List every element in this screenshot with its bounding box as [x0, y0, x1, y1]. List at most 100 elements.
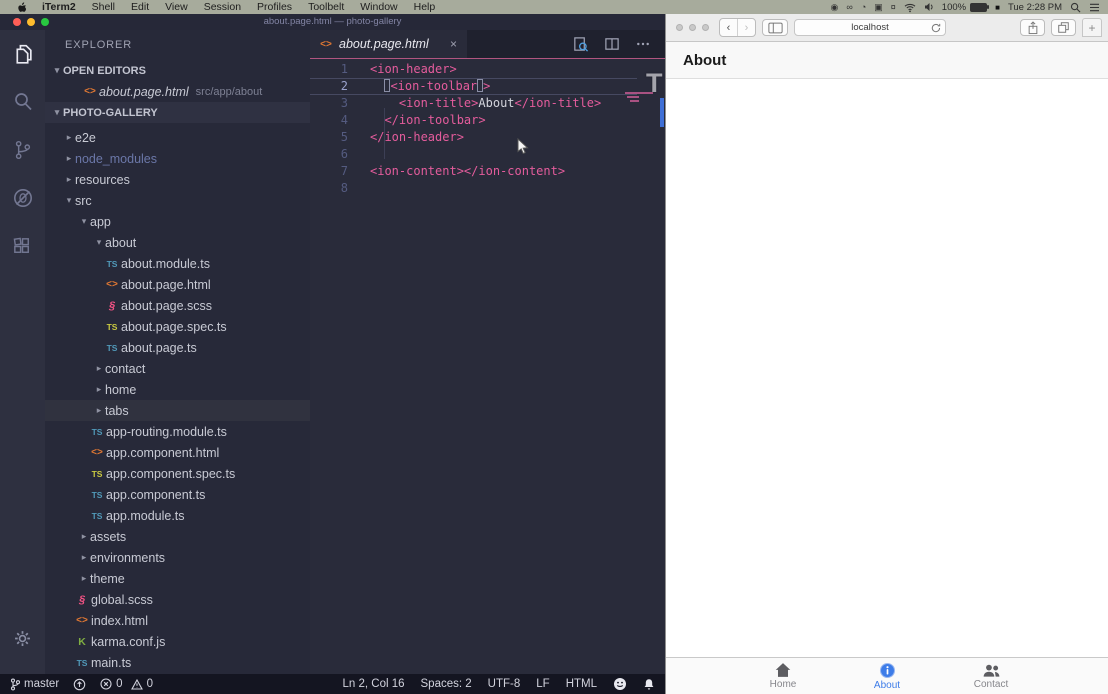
tree-item-about[interactable]: ▾about — [45, 232, 310, 253]
vscode-titlebar[interactable]: about.page.html — photo-gallery — [0, 14, 665, 30]
tab-about[interactable]: About — [845, 658, 929, 694]
tree-item-about-page-spec-ts[interactable]: TSabout.page.spec.ts — [45, 316, 310, 337]
tree-item-karma-conf-js[interactable]: Kkarma.conf.js — [45, 631, 310, 652]
activity-explorer-icon[interactable] — [0, 30, 45, 78]
menu-help[interactable]: Help — [406, 1, 444, 13]
screen-record-icon[interactable]: ◉ — [831, 2, 839, 13]
reload-icon[interactable] — [931, 23, 941, 33]
tree-item-label: index.html — [91, 614, 148, 628]
tree-item-app-component-ts[interactable]: TSapp.component.ts — [45, 484, 310, 505]
eol-setting[interactable]: LF — [536, 678, 549, 690]
tree-item-home[interactable]: ▸home — [45, 379, 310, 400]
feedback-smiley-icon[interactable] — [613, 677, 627, 691]
sidebar-toggle-button[interactable] — [762, 19, 788, 36]
problems-indicator[interactable]: 0 0 — [100, 678, 153, 690]
menu-shell[interactable]: Shell — [84, 1, 123, 13]
activity-debug-icon[interactable] — [0, 174, 45, 222]
scrollbar-thumb[interactable] — [660, 98, 664, 127]
menu-profiles[interactable]: Profiles — [249, 1, 300, 13]
tree-item-tabs[interactable]: ▸tabs — [45, 400, 310, 421]
url-text: localhost — [851, 22, 889, 33]
ts-file-icon: TS — [103, 259, 121, 269]
sync-indicator[interactable] — [73, 678, 86, 691]
address-bar[interactable]: localhost — [794, 19, 946, 36]
battery-indicator[interactable]: 100% — [942, 2, 987, 13]
activity-source-control-icon[interactable] — [0, 126, 45, 174]
open-editor-item[interactable]: <> about.page.html src/app/about — [45, 81, 310, 102]
tree-item-app-component-spec-ts[interactable]: TSapp.component.spec.ts — [45, 463, 310, 484]
apple-menu[interactable] — [8, 1, 34, 13]
tree-item-environments[interactable]: ▸environments — [45, 547, 310, 568]
menu-edit[interactable]: Edit — [123, 1, 157, 13]
tree-item-app-routing-module-ts[interactable]: TSapp-routing.module.ts — [45, 421, 310, 442]
activity-extensions-icon[interactable] — [0, 222, 45, 270]
menu-window[interactable]: Window — [352, 1, 405, 13]
tree-item-about-page-ts[interactable]: TSabout.page.ts — [45, 337, 310, 358]
tree-item-main-ts[interactable]: TSmain.ts — [45, 652, 310, 673]
cursor-position[interactable]: Ln 2, Col 16 — [343, 678, 405, 690]
tree-item-resources[interactable]: ▸resources — [45, 169, 310, 190]
dongle-icon[interactable]: ¤ — [891, 2, 896, 13]
tab-about-page-html[interactable]: <> about.page.html × — [310, 30, 467, 58]
new-tab-button[interactable]: + — [1082, 18, 1102, 37]
menu-session[interactable]: Session — [196, 1, 249, 13]
spotlight-icon[interactable] — [1070, 2, 1081, 13]
close-tab-icon[interactable]: × — [450, 37, 457, 51]
tab-contact[interactable]: Contact — [949, 658, 1033, 694]
indentation-setting[interactable]: Spaces: 2 — [421, 678, 472, 690]
code-text: </ion-header> — [348, 129, 464, 146]
activity-search-icon[interactable] — [0, 78, 45, 126]
chevron-right-icon: ▸ — [63, 132, 75, 143]
menubar-clock[interactable]: Tue 2:28 PM — [1008, 2, 1062, 13]
chevron-right-icon: ▸ — [93, 405, 105, 416]
tree-item-node-modules[interactable]: ▸node_modules — [45, 148, 310, 169]
spectacles-icon[interactable]: ∞ — [846, 2, 852, 13]
tree-item-assets[interactable]: ▸assets — [45, 526, 310, 547]
tab-home[interactable]: Home — [741, 658, 825, 694]
minimize-window-button[interactable] — [689, 24, 696, 31]
tree-item-about-module-ts[interactable]: TSabout.module.ts — [45, 253, 310, 274]
tree-item-app-module-ts[interactable]: TSapp.module.ts — [45, 505, 310, 526]
back-button[interactable]: ‹ — [720, 19, 737, 36]
tree-item-e2e[interactable]: ▸e2e — [45, 127, 310, 148]
split-editor-icon[interactable] — [604, 36, 620, 52]
tree-item-app-component-html[interactable]: <>app.component.html — [45, 442, 310, 463]
tree-item-theme[interactable]: ▸theme — [45, 568, 310, 589]
menu-view[interactable]: View — [157, 1, 196, 13]
wifi-icon[interactable] — [904, 2, 916, 13]
menu-iterm2[interactable]: iTerm2 — [34, 1, 84, 13]
tree-item-contact[interactable]: ▸contact — [45, 358, 310, 379]
more-actions-icon[interactable] — [635, 36, 651, 52]
code-editor[interactable]: 1<ion-header>2 <ion-toolbar>3 <ion-title… — [310, 59, 665, 674]
language-mode[interactable]: HTML — [566, 678, 597, 690]
close-window-button[interactable] — [676, 24, 683, 31]
tree-item-src[interactable]: ▾src — [45, 190, 310, 211]
notifications-bell-icon[interactable] — [643, 678, 655, 691]
share-button[interactable] — [1020, 19, 1045, 36]
zoom-window-button[interactable] — [702, 24, 709, 31]
html-file-icon: <> — [320, 39, 332, 50]
git-branch-indicator[interactable]: master — [10, 678, 59, 691]
tree-item-about-page-html[interactable]: <>about.page.html — [45, 274, 310, 295]
menu-extra-icon[interactable]: ■ — [995, 3, 1000, 12]
home-icon — [774, 662, 792, 678]
tree-item-about-page-scss[interactable]: §about.page.scss — [45, 295, 310, 316]
gear-icon[interactable] — [0, 614, 45, 662]
tab-overview-button[interactable] — [1051, 19, 1076, 36]
tree-item-label: tabs — [105, 404, 129, 418]
tab-label: Contact — [974, 679, 1008, 690]
notification-center-icon[interactable] — [1089, 3, 1100, 12]
volume-icon[interactable] — [924, 2, 934, 12]
tree-item-index-html[interactable]: <>index.html — [45, 610, 310, 631]
open-editors-section[interactable]: ▾ OPEN EDITORS — [45, 60, 310, 81]
open-preview-icon[interactable] — [572, 36, 589, 53]
tree-item-app[interactable]: ▾app — [45, 211, 310, 232]
display-icon[interactable]: ▣ — [874, 2, 883, 13]
menu-toolbelt[interactable]: Toolbelt — [300, 1, 352, 13]
encoding-setting[interactable]: UTF-8 — [488, 678, 521, 690]
project-section-header[interactable]: ▾ PHOTO-GALLERY — [45, 102, 310, 123]
tree-item-global-scss[interactable]: §global.scss — [45, 589, 310, 610]
info-icon — [879, 662, 896, 679]
forward-button[interactable]: › — [737, 19, 755, 36]
time-pie-icon[interactable]: ◔ — [861, 2, 866, 13]
